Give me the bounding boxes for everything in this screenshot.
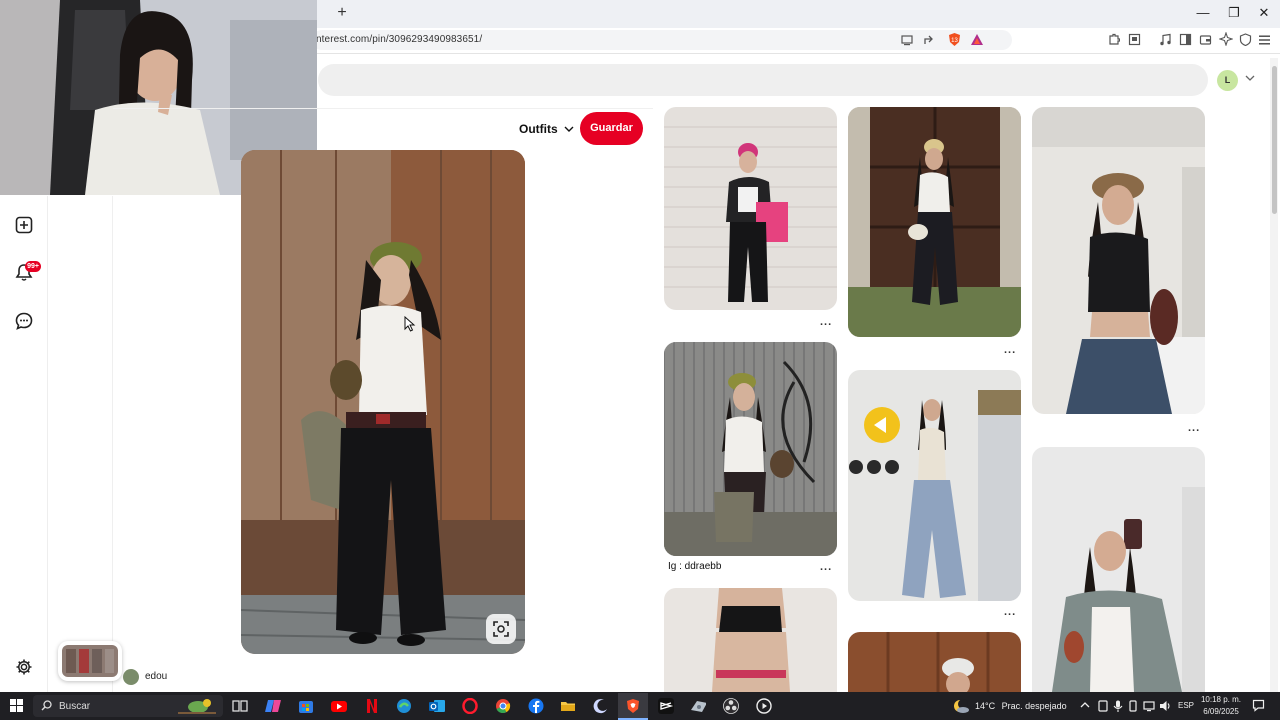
grid-pin-image bbox=[664, 342, 837, 556]
pin-thumbnail[interactable] bbox=[58, 641, 122, 681]
messages-icon[interactable] bbox=[15, 312, 33, 330]
pin-more-options[interactable]: ... bbox=[1004, 344, 1016, 356]
capcut-icon[interactable] bbox=[658, 698, 674, 714]
visual-search-button[interactable] bbox=[486, 614, 516, 644]
search-icon bbox=[41, 700, 52, 711]
game-app-icon[interactable] bbox=[690, 698, 706, 714]
close-icon[interactable]: ✕ bbox=[1252, 5, 1276, 21]
grid-pin-image bbox=[848, 632, 1021, 692]
scrollbar-thumb[interactable] bbox=[1272, 66, 1277, 214]
creator-avatar[interactable] bbox=[123, 669, 139, 685]
svg-text:13: 13 bbox=[951, 38, 958, 44]
menu-icon[interactable] bbox=[1258, 34, 1271, 46]
mouse-cursor-icon bbox=[404, 316, 416, 332]
board-selector[interactable]: Outfits bbox=[519, 122, 574, 136]
grid-pin[interactable] bbox=[848, 107, 1021, 337]
wallet-icon[interactable] bbox=[1199, 33, 1212, 46]
address-url: nterest.com/pin/3096293490983651/ bbox=[316, 34, 483, 45]
chrome-icon[interactable] bbox=[495, 698, 511, 714]
grid-pin-image bbox=[664, 588, 837, 692]
account-avatar[interactable]: L bbox=[1217, 70, 1238, 91]
save-button[interactable]: Guardar bbox=[580, 112, 643, 145]
microphone-icon[interactable] bbox=[1113, 700, 1123, 712]
weather-moon-icon bbox=[954, 699, 969, 713]
chevron-up-icon[interactable] bbox=[1080, 701, 1090, 709]
volume-icon[interactable] bbox=[1159, 700, 1172, 712]
brave-browser-icon[interactable] bbox=[625, 698, 641, 714]
weather-readout[interactable]: 14°C Prac. despejado bbox=[975, 701, 1067, 711]
visual-search-icon bbox=[493, 621, 509, 637]
board-selector-label: Outfits bbox=[519, 122, 558, 136]
pin-more-options[interactable]: ... bbox=[820, 316, 832, 328]
obs-icon[interactable] bbox=[723, 698, 739, 714]
pin-caption: Ig : ddraebb bbox=[668, 561, 722, 572]
brave-rewards-icon[interactable] bbox=[970, 33, 984, 46]
grid-pin-image bbox=[664, 107, 837, 310]
chevron-down-icon[interactable] bbox=[1245, 74, 1255, 82]
facebook-icon[interactable] bbox=[528, 698, 544, 714]
clock-date[interactable]: 6/09/2025 bbox=[1200, 707, 1242, 716]
task-view-icon[interactable] bbox=[232, 698, 248, 714]
netflix-icon[interactable] bbox=[364, 698, 380, 714]
search-highlight-bird-icon bbox=[178, 699, 216, 714]
chevron-down-icon bbox=[564, 126, 574, 132]
grid-pin[interactable] bbox=[1032, 107, 1205, 414]
extensions-icon[interactable] bbox=[1107, 33, 1120, 46]
brave-shields-icon[interactable]: 13 bbox=[947, 32, 962, 47]
pinterest-search-bar[interactable] bbox=[318, 64, 1208, 96]
taskbar-search-label: Buscar bbox=[59, 701, 91, 712]
grid-pin-image bbox=[1032, 107, 1205, 414]
network-icon[interactable] bbox=[1143, 700, 1155, 712]
pin-more-options[interactable]: ... bbox=[1188, 422, 1200, 434]
vpn-shield-icon[interactable] bbox=[1239, 33, 1252, 46]
pin-thumbnail-image bbox=[62, 645, 118, 677]
grid-pin[interactable] bbox=[848, 370, 1021, 601]
grid-pin-image bbox=[848, 107, 1021, 337]
windows-start-icon[interactable] bbox=[10, 699, 23, 712]
grid-pin[interactable] bbox=[1032, 447, 1205, 692]
leo-ai-icon[interactable] bbox=[1219, 32, 1233, 46]
reading-mode-icon[interactable] bbox=[1128, 33, 1141, 46]
input-language[interactable]: ESP bbox=[1178, 701, 1194, 710]
youtube-icon[interactable] bbox=[331, 698, 347, 714]
tray-app-icon[interactable] bbox=[1097, 700, 1109, 712]
creator-name[interactable]: edou bbox=[145, 671, 167, 682]
microsoft-store-icon[interactable] bbox=[298, 698, 314, 714]
grid-pin[interactable] bbox=[664, 342, 837, 556]
main-pin-image[interactable] bbox=[241, 150, 525, 654]
grid-pin-image bbox=[1032, 447, 1205, 692]
settings-gear-icon[interactable] bbox=[15, 658, 33, 676]
opera-icon[interactable] bbox=[462, 698, 478, 714]
media-controls-icon[interactable] bbox=[1159, 33, 1172, 46]
new-tab-button[interactable]: + bbox=[334, 5, 350, 21]
share-icon[interactable] bbox=[923, 33, 936, 46]
media-player-icon[interactable] bbox=[756, 698, 772, 714]
grid-pin-image bbox=[848, 370, 1021, 601]
minimize-icon[interactable]: — bbox=[1191, 5, 1215, 21]
moon-app-icon[interactable] bbox=[593, 698, 609, 714]
copilot-icon[interactable] bbox=[265, 698, 281, 714]
weather-temperature: 14°C bbox=[975, 701, 996, 711]
file-explorer-icon[interactable] bbox=[560, 698, 576, 714]
grid-pin[interactable] bbox=[664, 588, 837, 692]
pin-more-options[interactable]: ... bbox=[1004, 606, 1016, 618]
edge-icon[interactable] bbox=[396, 698, 412, 714]
grid-pin[interactable] bbox=[848, 632, 1021, 692]
notification-count-badge: 99+ bbox=[25, 261, 41, 272]
pin-more-options[interactable]: ... bbox=[820, 561, 832, 573]
cast-icon[interactable] bbox=[901, 34, 913, 46]
grid-pin[interactable] bbox=[664, 107, 837, 310]
restore-icon[interactable]: ❐ bbox=[1222, 5, 1246, 21]
weather-description: Prac. despejado bbox=[1001, 701, 1067, 711]
notification-center-icon[interactable] bbox=[1252, 699, 1265, 712]
clock-time[interactable]: 10:18 p. m. bbox=[1200, 695, 1242, 704]
create-pin-icon[interactable] bbox=[15, 216, 33, 234]
phone-link-icon[interactable] bbox=[1127, 700, 1139, 712]
outlook-icon[interactable] bbox=[429, 698, 445, 714]
sidebar-icon[interactable] bbox=[1179, 33, 1192, 46]
